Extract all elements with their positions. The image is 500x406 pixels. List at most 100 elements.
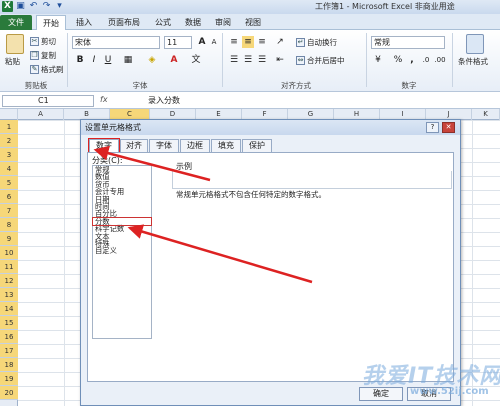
format-description: 常规单元格格式不包含任何特定的数字格式。 bbox=[176, 190, 326, 199]
row-header[interactable]: 2 bbox=[0, 134, 18, 148]
formula-input[interactable]: 录入分数 bbox=[148, 95, 180, 106]
save-icon[interactable]: ▣ bbox=[15, 1, 26, 12]
grid-line bbox=[64, 120, 65, 406]
row-header[interactable]: 17 bbox=[0, 344, 18, 358]
font-color-button[interactable]: A bbox=[168, 54, 180, 66]
redo-icon[interactable]: ↷ bbox=[41, 1, 52, 12]
row-header[interactable]: 10 bbox=[0, 246, 18, 260]
category-list[interactable]: 常规 数值 货币 会计专用 日期 时间 百分比 分数 科学记数 文本 特殊 自定… bbox=[92, 165, 152, 339]
paste-icon[interactable] bbox=[6, 34, 24, 54]
row-header[interactable]: 5 bbox=[0, 176, 18, 190]
brush-icon: ✎ bbox=[30, 65, 39, 74]
row-header[interactable]: 8 bbox=[0, 218, 18, 232]
cut-label: 剪切 bbox=[41, 37, 56, 46]
phonetic-icon[interactable]: 文 bbox=[190, 54, 202, 66]
tab-formulas[interactable]: 公式 bbox=[150, 15, 176, 30]
tab-border[interactable]: 边框 bbox=[180, 139, 210, 152]
select-all-corner[interactable] bbox=[0, 109, 18, 120]
row-header[interactable]: 4 bbox=[0, 162, 18, 176]
tab-home[interactable]: 开始 bbox=[36, 15, 66, 30]
row-header[interactable]: 13 bbox=[0, 288, 18, 302]
group-divider bbox=[67, 33, 68, 87]
row-header[interactable]: 6 bbox=[0, 190, 18, 204]
tab-page-layout[interactable]: 页面布局 bbox=[102, 15, 146, 30]
tab-view[interactable]: 视图 bbox=[240, 15, 266, 30]
conditional-format-button[interactable]: 条件格式 bbox=[458, 56, 488, 67]
copy-button[interactable]: ❐ 复制 bbox=[30, 50, 56, 61]
format-painter-button[interactable]: ✎ 格式刷 bbox=[30, 64, 64, 75]
conditional-format-icon[interactable] bbox=[466, 34, 484, 54]
bold-button[interactable]: B bbox=[74, 54, 86, 66]
row-header[interactable]: 1 bbox=[0, 120, 18, 134]
quick-access-toolbar: X ▣ ↶ ↷ ▾ bbox=[2, 1, 65, 12]
tab-review[interactable]: 审阅 bbox=[210, 15, 236, 30]
align-top-icon[interactable]: ≡ bbox=[228, 36, 240, 48]
name-box[interactable]: C1 bbox=[2, 95, 94, 107]
decrease-decimal-icon[interactable]: .00 bbox=[434, 54, 446, 66]
cancel-button[interactable]: 取消 bbox=[407, 387, 451, 401]
column-header[interactable]: A bbox=[18, 109, 64, 120]
row-header[interactable]: 12 bbox=[0, 274, 18, 288]
tab-data[interactable]: 数据 bbox=[180, 15, 206, 30]
wrap-text-button[interactable]: ↵ 自动换行 bbox=[296, 37, 337, 48]
align-center-icon[interactable]: ☰ bbox=[242, 54, 254, 66]
row-header[interactable]: 9 bbox=[0, 232, 18, 246]
paste-button[interactable]: 粘贴 bbox=[5, 56, 20, 67]
undo-icon[interactable]: ↶ bbox=[28, 1, 39, 12]
align-right-icon[interactable]: ☰ bbox=[256, 54, 268, 66]
row-header[interactable]: 18 bbox=[0, 358, 18, 372]
dialog-title[interactable]: 设置单元格格式 bbox=[81, 120, 460, 135]
comma-button[interactable]: , bbox=[406, 54, 418, 66]
orientation-icon[interactable]: ↗ bbox=[274, 36, 286, 48]
customize-qat-icon[interactable]: ▾ bbox=[54, 1, 65, 12]
italic-button[interactable]: I bbox=[88, 54, 100, 66]
font-size-select[interactable]: 11 bbox=[164, 36, 192, 49]
row-header[interactable]: 16 bbox=[0, 330, 18, 344]
merge-center-button[interactable]: ⇔ 合并后居中 bbox=[296, 55, 345, 66]
row-header[interactable]: 3 bbox=[0, 148, 18, 162]
tab-font[interactable]: 字体 bbox=[149, 139, 179, 152]
font-name-select[interactable]: 宋体 bbox=[72, 36, 160, 49]
increase-decimal-icon[interactable]: .0 bbox=[420, 54, 432, 66]
tab-insert[interactable]: 插入 bbox=[70, 15, 98, 30]
row-header[interactable]: 19 bbox=[0, 372, 18, 386]
align-left-icon[interactable]: ☰ bbox=[228, 54, 240, 66]
fill-color-icon[interactable]: ◈ bbox=[146, 54, 158, 66]
row-header[interactable]: 7 bbox=[0, 204, 18, 218]
row-header[interactable]: 20 bbox=[0, 386, 18, 400]
column-header[interactable]: K bbox=[472, 109, 500, 120]
merge-icon: ⇔ bbox=[296, 56, 305, 65]
format-painter-label: 格式刷 bbox=[41, 65, 64, 74]
tab-file[interactable]: 文件 bbox=[0, 15, 32, 30]
tab-protection[interactable]: 保护 bbox=[242, 139, 272, 152]
copy-icon: ❐ bbox=[30, 51, 39, 60]
list-item[interactable]: 自定义 bbox=[93, 247, 151, 255]
fx-button[interactable]: fx bbox=[100, 95, 108, 104]
cut-button[interactable]: ✂ 剪切 bbox=[30, 36, 56, 47]
copy-label: 复制 bbox=[41, 51, 56, 60]
tab-fill[interactable]: 填充 bbox=[211, 139, 241, 152]
border-icon[interactable]: ▦ bbox=[122, 54, 134, 66]
number-format-select[interactable]: 常规 bbox=[371, 36, 445, 49]
group-divider bbox=[366, 33, 367, 87]
underline-button[interactable]: U bbox=[102, 54, 114, 66]
row-header[interactable]: 14 bbox=[0, 302, 18, 316]
align-middle-icon[interactable]: ≡ bbox=[242, 36, 254, 48]
wrap-text-label: 自动换行 bbox=[307, 38, 337, 47]
align-bottom-icon[interactable]: ≡ bbox=[256, 36, 268, 48]
merge-center-label: 合并后居中 bbox=[307, 56, 345, 65]
row-header[interactable]: 15 bbox=[0, 316, 18, 330]
close-button[interactable]: ✕ bbox=[442, 122, 455, 133]
row-header[interactable]: 11 bbox=[0, 260, 18, 274]
help-button[interactable]: ? bbox=[426, 122, 439, 133]
ribbon: 粘贴 ✂ 剪切 ❐ 复制 ✎ 格式刷 剪贴板 宋体 11 A A B I U ▦ ◈ … bbox=[0, 30, 500, 92]
ok-button[interactable]: 确定 bbox=[359, 387, 403, 401]
decrease-indent-icon[interactable]: ⇤ bbox=[274, 54, 286, 66]
title-bar: X ▣ ↶ ↷ ▾ 工作簿1 - Microsoft Excel 非商业用途 bbox=[0, 0, 500, 14]
tab-alignment[interactable]: 对齐 bbox=[120, 139, 148, 152]
shrink-font-button[interactable]: A bbox=[208, 36, 220, 48]
percent-button[interactable]: % bbox=[392, 54, 404, 66]
window-title: 工作簿1 - Microsoft Excel 非商业用途 bbox=[315, 2, 455, 11]
currency-icon[interactable]: ¥ bbox=[372, 54, 384, 66]
grow-font-button[interactable]: A bbox=[196, 36, 208, 48]
